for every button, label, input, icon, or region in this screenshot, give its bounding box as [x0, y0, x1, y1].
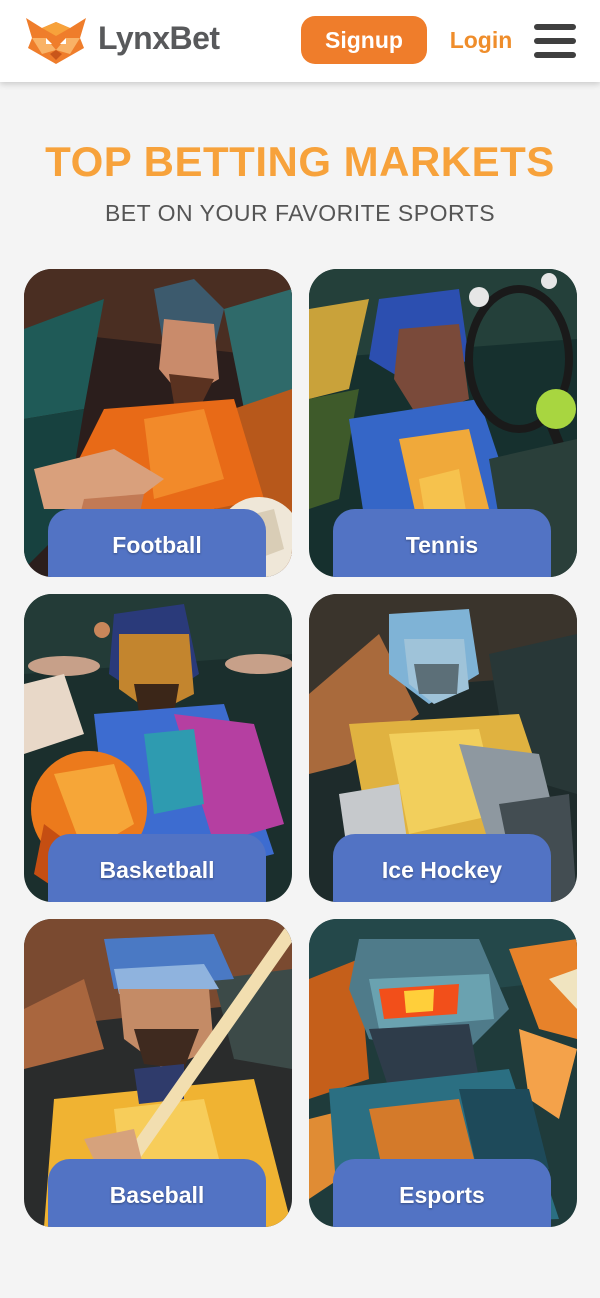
- market-card-basketball[interactable]: Basketball: [24, 594, 292, 902]
- market-label: Ice Hockey: [333, 834, 551, 902]
- market-card-esports[interactable]: Esports: [309, 919, 577, 1227]
- brand-name[interactable]: LynxBet: [98, 20, 220, 57]
- login-button[interactable]: Login: [446, 16, 516, 64]
- lynx-logo-icon[interactable]: [22, 14, 90, 66]
- market-label: Football: [48, 509, 266, 577]
- menu-bar: [534, 24, 576, 30]
- hamburger-menu-icon[interactable]: [532, 22, 578, 60]
- market-label: Tennis: [333, 509, 551, 577]
- menu-bar: [534, 38, 576, 44]
- signup-button[interactable]: Signup: [301, 16, 427, 64]
- section-title: TOP BETTING MARKETS: [45, 138, 555, 185]
- market-label: Esports: [333, 1159, 551, 1227]
- section-subtitle: BET ON YOUR FAVORITE SPORTS: [104, 200, 496, 226]
- market-card-ice-hockey[interactable]: Ice Hockey: [309, 594, 577, 902]
- market-card-baseball[interactable]: Baseball: [24, 919, 292, 1227]
- menu-bar: [534, 52, 576, 58]
- market-label: Basketball: [48, 834, 266, 902]
- market-card-football[interactable]: Football: [24, 269, 292, 577]
- market-card-tennis[interactable]: Tennis: [309, 269, 577, 577]
- top-header: LynxBet Signup Login: [0, 0, 600, 82]
- market-label: Baseball: [48, 1159, 266, 1227]
